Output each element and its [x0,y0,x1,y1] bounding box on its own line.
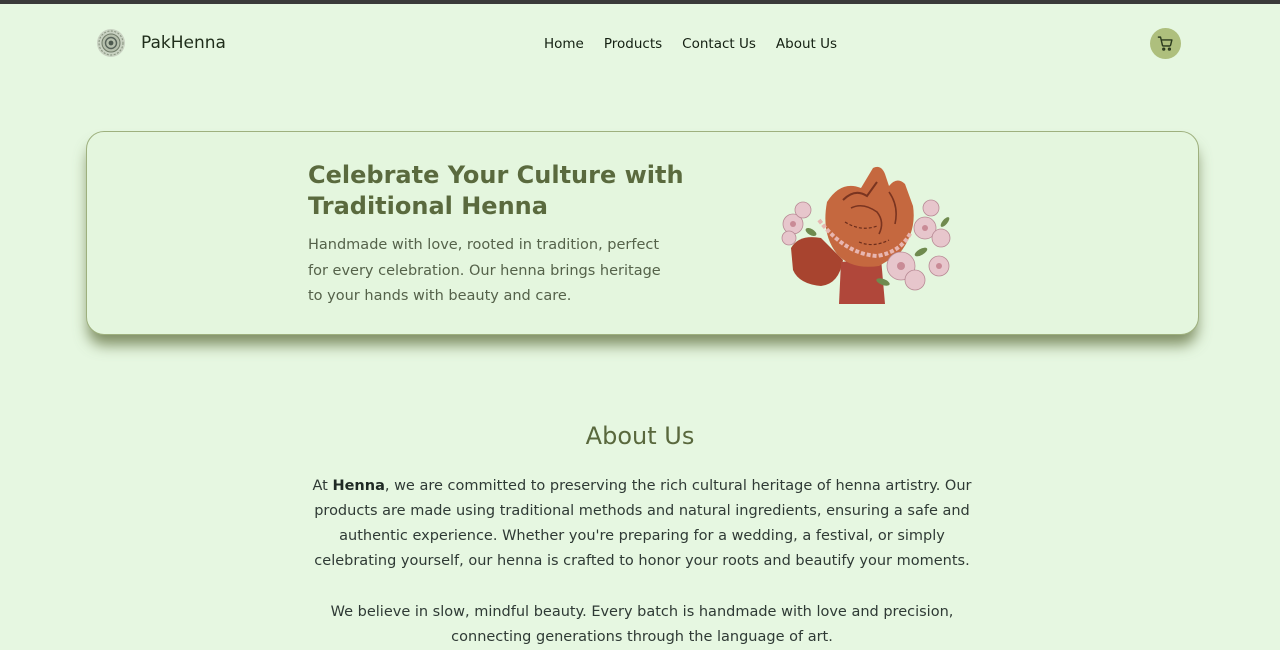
about-title: About Us [585,422,695,450]
shopping-cart-icon [1157,36,1173,51]
about-paragraph-1: At Henna, we are committed to preserving… [308,474,976,574]
site-header: PakHenna Home Products Contact Us About … [0,4,1280,84]
hero-card: Celebrate Your Culture with Traditional … [86,131,1199,335]
nav-contact-us[interactable]: Contact Us [682,36,756,52]
brand[interactable]: PakHenna [96,28,226,58]
about-p1-prefix: At [312,478,333,494]
about-p1-text: , we are committed to preserving the ric… [314,478,972,569]
cart-button[interactable] [1150,28,1181,59]
nav-home[interactable]: Home [544,36,584,52]
hero-description: Handmade with love, rooted in tradition,… [308,237,661,304]
nav-products[interactable]: Products [604,36,662,52]
nav-about-us[interactable]: About Us [776,36,837,52]
about-p1-brand: Henna [332,478,385,494]
brand-name: PakHenna [141,33,226,53]
hero-title: Celebrate Your Culture with Traditional … [308,161,684,220]
mandala-logo-icon [97,29,125,57]
henna-hands-flowers-illustration [781,166,951,304]
about-paragraph-2: We believe in slow, mindful beauty. Ever… [330,604,954,645]
main-nav: Home Products Contact Us About Us [544,36,857,52]
